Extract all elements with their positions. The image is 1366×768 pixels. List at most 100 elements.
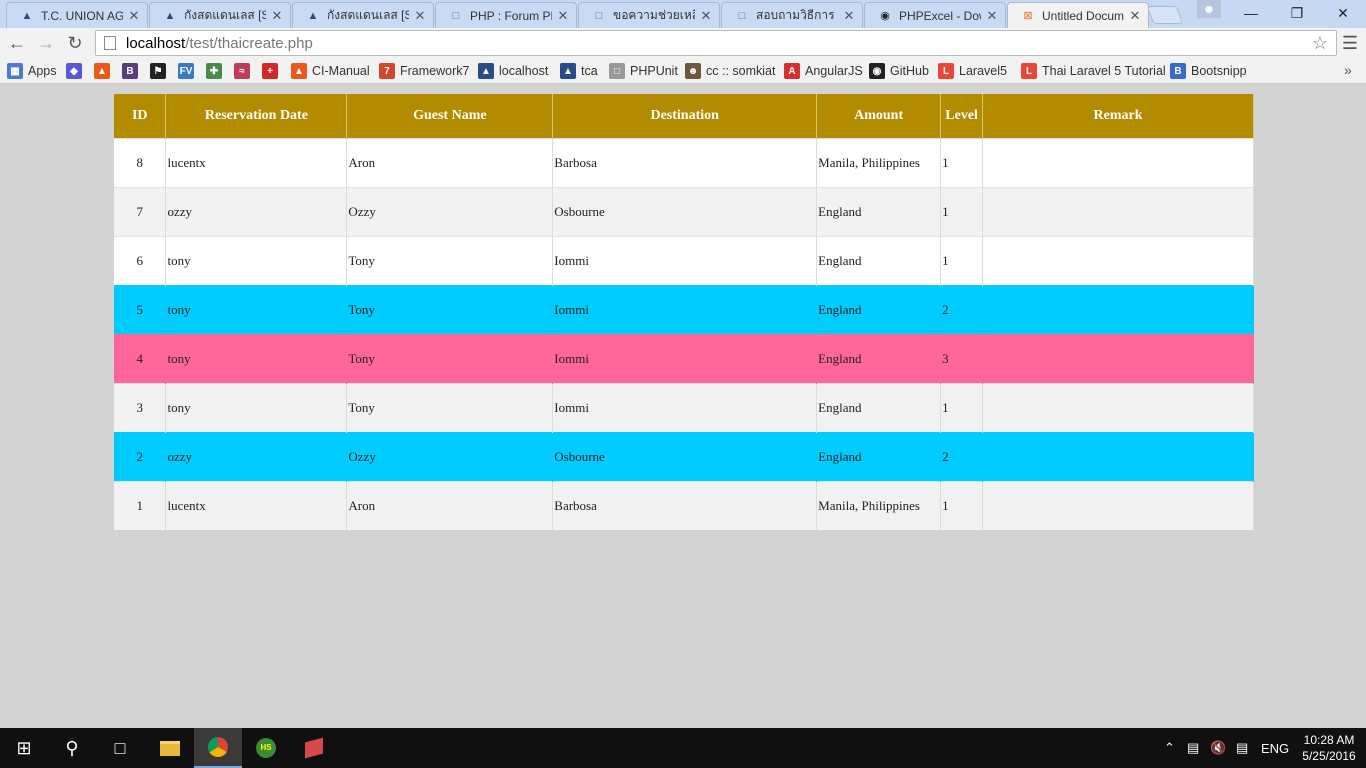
site-logo-icon: ▲: [21, 9, 33, 22]
show-hidden-icons[interactable]: ⌃: [1164, 728, 1175, 768]
url-host: localhost: [126, 34, 186, 52]
tab-4[interactable]: □ ขอความช่วยเหลือ ✕: [578, 2, 720, 28]
tab-1[interactable]: ▲ กังสดแดนเลส [Stoc ✕: [149, 2, 291, 28]
network-icon[interactable]: ▤: [1187, 728, 1199, 768]
bookmark-label: Apps: [28, 64, 57, 78]
bookmark-11[interactable]: ▲ localhost: [478, 62, 548, 80]
bookmark-8[interactable]: +: [262, 62, 283, 80]
bookmark-2[interactable]: ▲: [94, 62, 115, 80]
search-icon[interactable]: ⚲: [48, 728, 96, 768]
close-window-button[interactable]: ✕: [1320, 0, 1366, 26]
chrome-icon[interactable]: [194, 728, 242, 768]
plus-icon: +: [262, 63, 278, 79]
file-explorer-icon[interactable]: [146, 728, 194, 768]
tab-close-icon[interactable]: ✕: [413, 8, 427, 24]
bookmark-19[interactable]: B Bootsnipp: [1170, 62, 1247, 80]
wave-icon: ≈: [234, 63, 250, 79]
bookmark-16[interactable]: ◉ GitHub: [869, 62, 929, 80]
cell-reservation-date: tony: [165, 284, 348, 334]
bookmark-13[interactable]: □ PHPUnit: [609, 62, 678, 80]
tab-2[interactable]: ▲ กังสดแดนเลส [Stoc ✕: [292, 2, 434, 28]
cell-destination: Iommi: [552, 333, 818, 383]
table-row: 2 ozzy Ozzy Osbourne England 2: [114, 431, 1254, 481]
cell-amount: England: [816, 235, 942, 285]
back-arrow-icon[interactable]: ←: [4, 31, 30, 55]
bookmark-5[interactable]: FV: [178, 62, 199, 80]
bookmark-18[interactable]: L Thai Laravel 5 Tutorial: [1021, 62, 1166, 80]
cell-remark: [982, 333, 1254, 383]
bookmark-label: Bootsnipp: [1191, 64, 1247, 78]
restore-button[interactable]: ❐: [1274, 0, 1320, 26]
language-indicator[interactable]: ENG: [1261, 728, 1289, 768]
heidisql-icon[interactable]: HS: [242, 728, 290, 768]
bookmark-label: GitHub: [890, 64, 929, 78]
cell-id: 4: [114, 333, 167, 383]
cell-guest-name: Ozzy: [346, 186, 554, 236]
minimize-button[interactable]: —: [1228, 0, 1274, 26]
site-logo-icon: ▲: [560, 63, 576, 79]
bookmark-9[interactable]: ▲ CI-Manual: [291, 62, 370, 80]
cell-id: 6: [114, 235, 167, 285]
cell-amount: England: [816, 431, 942, 481]
tab-close-icon[interactable]: ✕: [127, 8, 141, 24]
laravel-icon: L: [1021, 63, 1037, 79]
flame-icon: ▲: [94, 63, 110, 79]
app-icon[interactable]: [290, 728, 338, 768]
bootstrap-icon: B: [122, 63, 138, 79]
action-center-icon[interactable]: ▤: [1236, 728, 1248, 768]
cell-reservation-date: lucentx: [165, 137, 348, 187]
bookmark-14[interactable]: ☻ cc :: somkiat: [685, 62, 775, 80]
cell-reservation-date: tony: [165, 333, 348, 383]
forward-arrow-icon[interactable]: →: [33, 31, 59, 55]
bootsnipp-icon: B: [1170, 63, 1186, 79]
cell-reservation-date: ozzy: [165, 431, 348, 481]
cell-level: 2: [940, 431, 984, 481]
diamond-icon: ◆: [66, 63, 82, 79]
bookmark-15[interactable]: A AngularJS: [784, 62, 863, 80]
table-row: 3 tony Tony Iommi England 1: [114, 382, 1254, 432]
clock[interactable]: 10:28 AM 5/25/2016: [1296, 732, 1362, 764]
task-view-icon[interactable]: □: [96, 728, 144, 768]
cell-remark: [982, 186, 1254, 236]
tab-close-icon[interactable]: ✕: [699, 8, 713, 24]
bookmark-10[interactable]: 7 Framework7: [379, 62, 469, 80]
cell-remark: [982, 431, 1254, 481]
fv-icon: FV: [178, 63, 194, 79]
bookmark-7[interactable]: ≈: [234, 62, 255, 80]
cell-id: 2: [114, 431, 167, 481]
tab-close-icon[interactable]: ✕: [270, 8, 284, 24]
tab-5[interactable]: □ สอบถามวิธีการ ทำ ✕: [721, 2, 863, 28]
menu-icon[interactable]: ☰: [1340, 31, 1360, 55]
tab-close-icon[interactable]: ✕: [1128, 8, 1142, 24]
bookmark-0[interactable]: ▦ Apps: [7, 62, 57, 80]
tab-3[interactable]: □ PHP : Forum PH ✕: [435, 2, 577, 28]
volume-muted-icon[interactable]: 🔇: [1210, 728, 1226, 768]
cell-amount: Manila, Philippines: [816, 480, 942, 530]
tab-close-icon[interactable]: ✕: [842, 8, 856, 24]
bookmark-star-icon[interactable]: ☆: [1312, 33, 1328, 54]
reload-icon[interactable]: ↻: [62, 31, 88, 55]
network-icon: ✚: [206, 63, 222, 79]
tab-close-icon[interactable]: ✕: [985, 8, 999, 24]
bookmark-3[interactable]: B: [122, 62, 143, 80]
apps-grid-icon: ▦: [7, 63, 23, 79]
bookmark-6[interactable]: ✚: [206, 62, 227, 80]
tab-close-icon[interactable]: ✕: [556, 8, 570, 24]
bookmark-1[interactable]: ◆: [66, 62, 87, 80]
tab-0[interactable]: ▲ T.C. UNION AGR ✕: [6, 2, 148, 28]
address-bar[interactable]: localhost/test/thaicreate.php ☆: [95, 30, 1337, 56]
browser-toolbar: ← → ↻ localhost/test/thaicreate.php ☆ ☰: [0, 28, 1366, 58]
tab-7[interactable]: ⊠ Untitled Docum ✕: [1007, 2, 1149, 28]
windows-start-icon[interactable]: ⊞: [0, 728, 48, 768]
bookmark-17[interactable]: L Laravel5: [938, 62, 1007, 80]
bookmark-12[interactable]: ▲ tca: [560, 62, 598, 80]
tab-6[interactable]: ◉ PHPExcel - Dow ✕: [864, 2, 1006, 28]
bookmark-label: tca: [581, 64, 598, 78]
cell-id: 7: [114, 186, 167, 236]
bookmark-4[interactable]: ⚑: [150, 62, 171, 80]
profile-icon[interactable]: ☻: [1197, 0, 1221, 18]
new-tab-button[interactable]: [1146, 6, 1184, 24]
more-bookmarks-icon[interactable]: »: [1344, 62, 1352, 78]
cell-amount: England: [816, 382, 942, 432]
tab-title: กังสดแดนเลส [Stoc: [184, 8, 266, 22]
